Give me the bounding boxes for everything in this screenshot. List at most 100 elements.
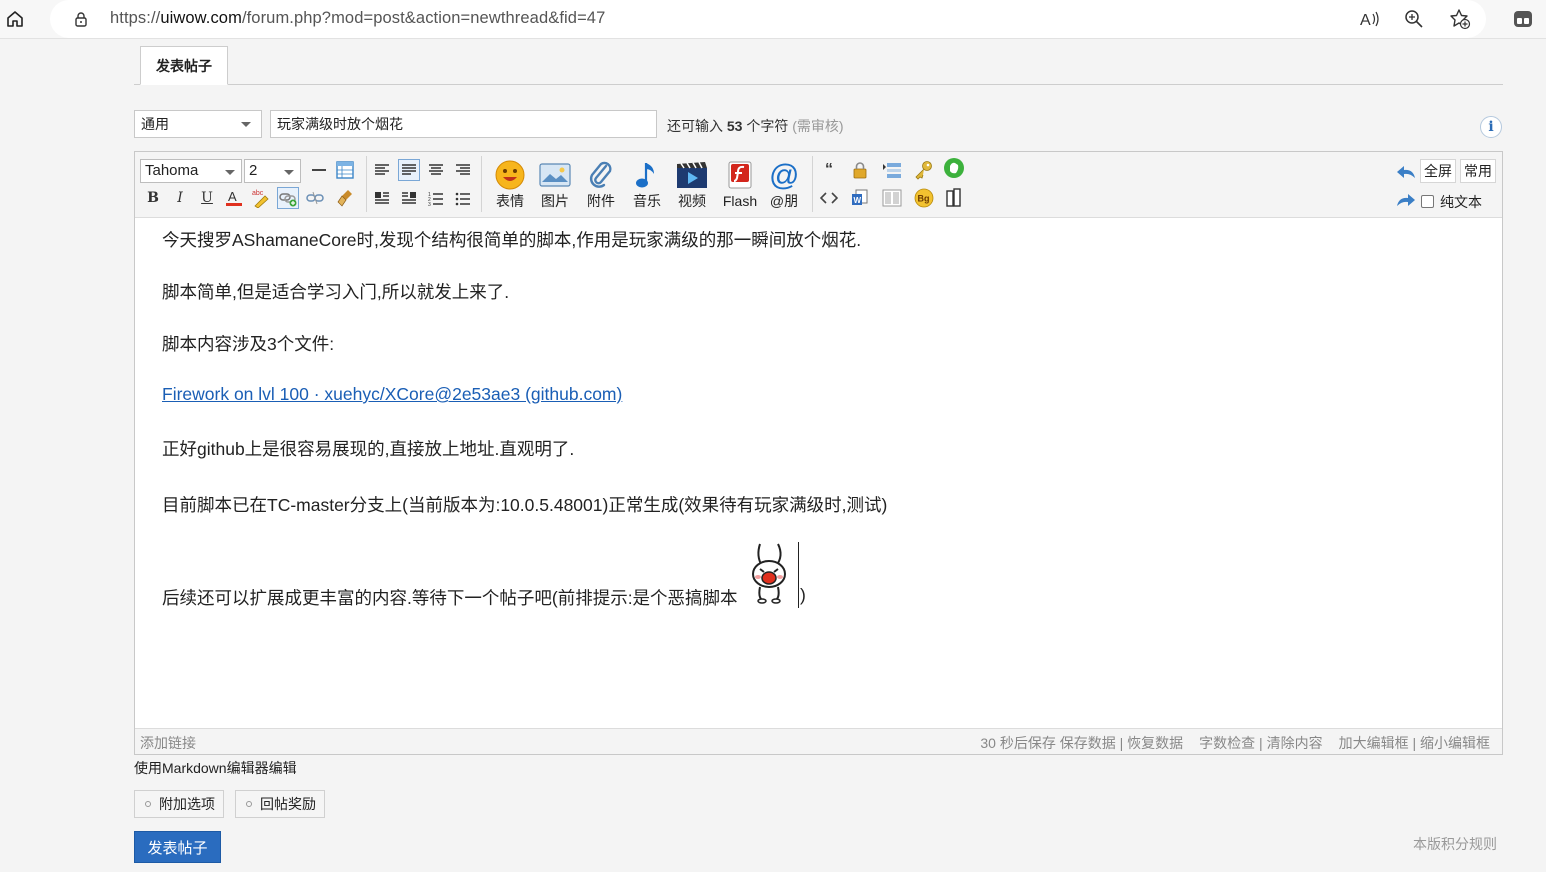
unordered-list-icon[interactable] (452, 187, 474, 209)
paragraph: Firework on lvl 100 · xuehyc/XCore@2e53a… (162, 384, 622, 405)
favorite-icon[interactable] (1448, 8, 1472, 30)
extra-options-button[interactable]: 附加选项 (134, 790, 224, 818)
collapse-icon[interactable] (881, 159, 903, 181)
common-mode-button[interactable]: 常用 (1460, 159, 1496, 183)
chevron-down-icon (284, 170, 294, 175)
hint-suffix: 个字符 (746, 118, 789, 134)
table-icon[interactable] (334, 159, 356, 181)
password-icon[interactable] (913, 159, 935, 181)
font-family-value: Tahoma (145, 162, 199, 179)
undo-icon[interactable] (1395, 161, 1417, 183)
align-right-icon[interactable] (452, 159, 474, 181)
float-right-icon[interactable] (398, 187, 420, 209)
video-icon (672, 158, 712, 192)
image-button[interactable]: 图片 (535, 158, 575, 214)
paragraph: 目前脚本已在TC-master分支上(当前版本为:10.0.5.48001)正常… (162, 495, 888, 515)
flash-button[interactable]: Flash (718, 158, 762, 214)
italic-icon[interactable]: I (169, 187, 191, 209)
post-editor: Tahoma 2 B I U A abc 1 2 3 表情 图片 附件 音乐 视… (134, 151, 1503, 755)
ordered-list-icon[interactable]: 123 (425, 187, 447, 209)
emoji-label: 表情 (496, 193, 524, 209)
code-icon[interactable] (818, 187, 840, 209)
reply-reward-label: 回帖奖励 (260, 796, 316, 812)
lock-icon[interactable] (72, 10, 90, 28)
address-bar[interactable]: https://uiwow.com/forum.php?mod=post&act… (50, 0, 1486, 38)
svg-text:A: A (1360, 12, 1371, 29)
home-icon[interactable] (2, 7, 28, 31)
markdown-editor-link[interactable]: 使用Markdown编辑器编辑 (134, 758, 297, 778)
font-size-select[interactable]: 2 (244, 159, 301, 183)
svg-text:@: @ (769, 159, 799, 191)
collections-icon[interactable] (1511, 8, 1535, 30)
float-left-icon[interactable] (371, 187, 393, 209)
free-icon[interactable] (943, 157, 965, 179)
github-commit-link[interactable]: Firework on lvl 100 · xuehyc/XCore@2e53a… (162, 384, 622, 404)
reply-reward-button[interactable]: 回帖奖励 (235, 790, 325, 818)
chevron-down-icon (241, 122, 251, 127)
flash-icon (718, 158, 762, 192)
underline-icon[interactable]: U (196, 187, 218, 209)
paragraph: 脚本内容涉及3个文件: (162, 334, 335, 354)
emoji-button[interactable]: 表情 (490, 158, 530, 214)
bullet-icon (246, 801, 252, 807)
horizontal-rule-icon[interactable] (308, 159, 330, 181)
forum-rules-link[interactable]: 本版积分规则 (1413, 834, 1497, 854)
paperclip-icon (581, 158, 621, 192)
clear-format-icon[interactable] (335, 187, 357, 209)
editor-statusbar: 添加链接 30 秒后保存 保存数据 | 恢复数据 字数检查 | 清除内容 加大编辑框… (135, 728, 1502, 754)
thread-type-select[interactable]: 通用 (134, 110, 262, 138)
url-path: /forum.php?mod=post&action=newthread&fid… (241, 9, 606, 27)
url-text[interactable]: https://uiwow.com/forum.php?mod=post&act… (110, 9, 605, 28)
hint-prefix: 还可输入 (667, 118, 723, 134)
insert-link-icon[interactable] (277, 187, 299, 209)
read-aloud-icon[interactable]: A (1358, 8, 1382, 30)
rabbit-emoticon-icon (748, 542, 792, 604)
subject-input[interactable]: 玩家满级时放个烟花 (270, 110, 657, 138)
tab-new-post[interactable]: 发表帖子 (140, 46, 228, 85)
video-button[interactable]: 视频 (672, 158, 712, 214)
quote-icon[interactable]: “ (818, 159, 840, 181)
info-icon[interactable]: i (1480, 116, 1502, 138)
char-count-hint: 还可输入 53 个字符 (需审核) (667, 116, 844, 136)
paragraph: 今天搜罗AShamaneCore时,发现个结构很简单的脚本,作用是玩家满级的那一… (162, 230, 862, 250)
zoom-icon[interactable] (1402, 8, 1426, 30)
submit-post-button[interactable]: 发表帖子 (134, 831, 221, 863)
mention-button[interactable]: @ @朋 (764, 158, 804, 214)
chevron-down-icon (225, 170, 235, 175)
svg-text:Bg: Bg (918, 194, 930, 204)
align-left-icon[interactable] (371, 159, 393, 181)
background-icon[interactable]: Bg (913, 187, 935, 209)
redo-icon[interactable] (1395, 189, 1417, 211)
align-justify-icon[interactable] (398, 159, 420, 181)
page-break-icon[interactable] (881, 187, 903, 209)
bold-icon[interactable]: B (142, 187, 164, 209)
statusbar-actions: 30 秒后保存 保存数据 | 恢复数据 字数检查 | 清除内容 加大编辑框 | 缩小… (980, 733, 1490, 753)
music-note-icon (627, 158, 667, 192)
hint-count: 53 (726, 118, 743, 134)
smiley-icon (490, 158, 530, 192)
paragraph: 正好github上是很容易展现的,直接放上地址.直观明了. (162, 439, 575, 459)
music-button[interactable]: 音乐 (627, 158, 667, 214)
font-family-select[interactable]: Tahoma (140, 159, 242, 183)
attachment-button[interactable]: 附件 (581, 158, 621, 214)
paste-word-icon[interactable]: W (849, 187, 871, 209)
plaintext-checkbox[interactable] (1421, 195, 1434, 208)
toolbar-separator (366, 156, 367, 212)
attachment-label: 附件 (587, 193, 615, 209)
align-center-icon[interactable] (425, 159, 447, 181)
add-link-button[interactable]: 添加链接 (140, 733, 196, 753)
editor-content[interactable]: 今天搜罗AShamaneCore时,发现个结构很简单的脚本,作用是玩家满级的那一… (135, 218, 1502, 728)
unlink-icon[interactable] (304, 187, 326, 209)
highlight-icon[interactable]: abc (250, 187, 272, 209)
fullscreen-button[interactable]: 全屏 (1420, 159, 1456, 183)
lock-content-icon[interactable] (849, 159, 871, 181)
autosave-actions[interactable]: 30 秒后保存 保存数据 | 恢复数据 (980, 735, 1183, 751)
paragraph-text: 后续还可以扩展成更丰富的内容.等待下一个帖子吧(前排提示:是个恶搞脚本 (162, 588, 738, 608)
font-color-icon[interactable]: A (223, 187, 245, 209)
word-check-actions[interactable]: 字数检查 | 清除内容 (1199, 735, 1322, 751)
book-icon[interactable] (943, 187, 965, 209)
resize-actions[interactable]: 加大编辑框 | 缩小编辑框 (1339, 735, 1490, 751)
svg-text:3: 3 (428, 202, 431, 206)
editor-toolbar: Tahoma 2 B I U A abc 1 2 3 表情 图片 附件 音乐 视… (135, 152, 1502, 218)
text-cursor (798, 542, 799, 608)
